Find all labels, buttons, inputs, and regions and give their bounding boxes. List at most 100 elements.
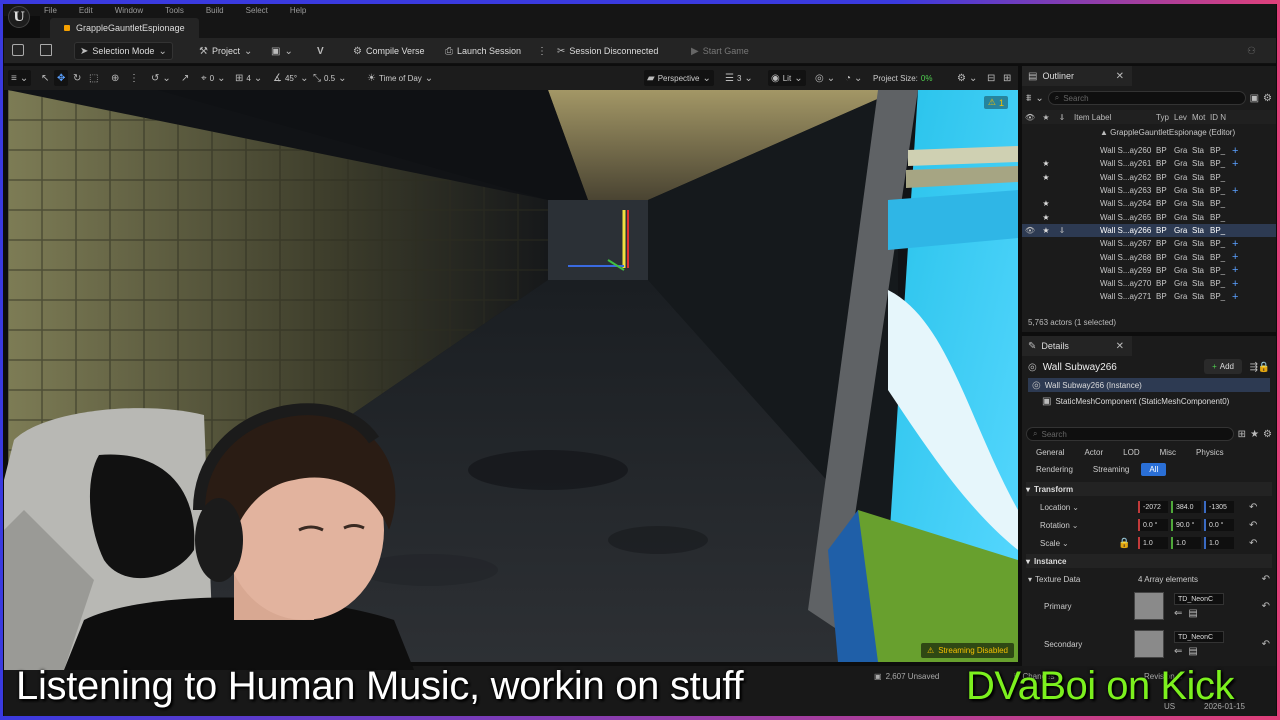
outliner-row[interactable]: 👁 ★ ⇓ Wall S...ay266 BP Gra Sta BP_	[1022, 223, 1276, 238]
visibility-column-icon[interactable]: 👁	[1022, 113, 1038, 122]
location-x-field[interactable]: -2072	[1138, 501, 1168, 513]
favorite-column-icon[interactable]: ★	[1038, 113, 1054, 122]
launch-session-button[interactable]: ⎙ Launch Session	[440, 42, 526, 60]
grid-snap-value[interactable]: ⌖ 0 ⌄	[198, 70, 228, 86]
add-icon[interactable]: +	[1232, 238, 1238, 250]
filter-tab-general[interactable]: General	[1028, 446, 1072, 459]
filter-tab-misc[interactable]: Misc	[1152, 446, 1184, 459]
favorite-star-icon[interactable]: ★	[1038, 173, 1054, 182]
filter-tab-streaming[interactable]: Streaming	[1085, 463, 1137, 476]
chevron-down-icon[interactable]: ⌄	[1035, 93, 1043, 104]
layout-icon[interactable]: ⊟	[984, 70, 998, 86]
location-y-field[interactable]: 384.0	[1171, 501, 1201, 513]
more-options-icon[interactable]: ⋮	[532, 42, 552, 60]
add-component-button[interactable]: + Add	[1204, 359, 1242, 374]
time-of-day-dropdown[interactable]: ☀ Time of Day ⌄	[364, 70, 436, 86]
transform-section-header[interactable]: ▾ Transform	[1026, 482, 1272, 496]
visibility-toggle-icon[interactable]: 👁	[1022, 226, 1038, 235]
favorite-icon[interactable]: ★	[1250, 429, 1259, 440]
folder-add-icon[interactable]: ▣	[1250, 93, 1259, 104]
maximize-viewport-icon[interactable]: ⊞	[1000, 70, 1014, 86]
rotate-snap-button[interactable]: ↺ ⌄	[148, 70, 174, 86]
filter-icon[interactable]: ⩩	[1026, 93, 1031, 104]
browse-icon[interactable]: ▤	[1188, 608, 1197, 619]
instance-section-header[interactable]: ▾ Instance	[1026, 554, 1272, 568]
scale-z-field[interactable]: 1.0	[1204, 537, 1234, 549]
project-dropdown[interactable]: ⚒ Project ⌄	[194, 42, 257, 60]
menu-tools[interactable]: Tools	[165, 6, 184, 15]
favorite-star-icon[interactable]: ★	[1038, 226, 1054, 235]
outliner-row[interactable]: Wall S...ay263 BP Gra Sta BP_ +	[1022, 184, 1276, 197]
reset-icon[interactable]: ↶	[1262, 574, 1270, 585]
outliner-row[interactable]: Wall S...ay269 BP Gra Sta BP_ +	[1022, 264, 1276, 277]
details-tab[interactable]: ✎ Details ✕	[1022, 336, 1132, 356]
content-browser-icon[interactable]	[40, 44, 52, 56]
outliner-row[interactable]: Wall S...ay270 BP Gra Sta BP_ +	[1022, 277, 1276, 290]
viewport-warning-badge[interactable]: ⚠ 1	[983, 96, 1008, 109]
reset-icon[interactable]: ↶	[1262, 639, 1270, 650]
outliner-row[interactable]: ★ Wall S...ay262 BP Gra Sta BP_	[1022, 171, 1276, 184]
outliner-row[interactable]: ★ Wall S...ay264 BP Gra Sta BP_	[1022, 197, 1276, 210]
add-icon[interactable]: +	[1232, 278, 1238, 290]
location-z-field[interactable]: -1305	[1204, 501, 1234, 513]
mobility-column[interactable]: Mot	[1192, 113, 1210, 122]
secondary-texture-picker[interactable]: TD_NeonC	[1174, 631, 1224, 643]
camera-count[interactable]: ☰ 3 ⌄	[722, 70, 756, 86]
favorite-star-icon[interactable]: ★	[1038, 213, 1054, 222]
menu-select[interactable]: Select	[246, 6, 268, 15]
filter-tab-physics[interactable]: Physics	[1188, 446, 1232, 459]
rotation-dropdown[interactable]: Rotation ⌄	[1028, 521, 1138, 530]
scale-dropdown[interactable]: Scale ⌄	[1028, 539, 1118, 548]
reset-icon[interactable]: ↶	[1249, 520, 1257, 531]
show-dropdown[interactable]: ◎ ⌄	[812, 70, 838, 86]
menu-build[interactable]: Build	[206, 6, 224, 15]
close-icon[interactable]: ✕	[1116, 341, 1124, 352]
type-column[interactable]: Typ	[1156, 113, 1174, 122]
scale-snap-value[interactable]: ⤡ 0.5 ⌄	[310, 70, 350, 86]
actor-name[interactable]: Wall Subway266	[1043, 362, 1117, 373]
reset-icon[interactable]: ↶	[1249, 538, 1257, 549]
pin-column-icon[interactable]: ⇓	[1054, 113, 1070, 122]
pin-icon[interactable]: ⇓	[1054, 226, 1070, 235]
save-icon[interactable]	[12, 44, 24, 56]
use-selected-icon[interactable]: ⇐	[1174, 646, 1182, 657]
menu-edit[interactable]: Edit	[79, 6, 93, 15]
reset-icon[interactable]: ↶	[1262, 601, 1270, 612]
session-status[interactable]: ✂ Session Disconnected	[552, 42, 663, 60]
details-search-input[interactable]: ⌕ Search	[1026, 427, 1234, 441]
reset-icon[interactable]: ↶	[1249, 502, 1257, 513]
add-icon[interactable]: +	[1232, 291, 1238, 303]
rotation-z-field[interactable]: 0.0 °	[1204, 519, 1234, 531]
world-space-icon[interactable]: ⊕	[108, 70, 122, 86]
translate-tool-icon[interactable]: ✥	[54, 70, 69, 86]
settings-icon[interactable]: ⚙	[1263, 93, 1272, 104]
outliner-row[interactable]: Wall S...ay268 BP Gra Sta BP_ +	[1022, 250, 1276, 263]
add-icon[interactable]: +	[1232, 145, 1238, 157]
add-content-button[interactable]: ▣ ⌄	[266, 42, 298, 60]
add-icon[interactable]: +	[1232, 251, 1238, 263]
settings-icon[interactable]: ⚙	[1263, 429, 1272, 440]
favorite-star-icon[interactable]: ★	[1038, 199, 1054, 208]
filter-tab-actor[interactable]: Actor	[1076, 446, 1111, 459]
add-icon[interactable]: +	[1232, 185, 1238, 197]
filter-tab-all[interactable]: All	[1141, 463, 1167, 476]
rotation-y-field[interactable]: 90.0 °	[1171, 519, 1201, 531]
menu-file[interactable]: File	[44, 6, 57, 15]
rotate-tool-icon[interactable]: ↻	[70, 70, 84, 86]
primary-texture-picker[interactable]: TD_NeonC	[1174, 593, 1224, 605]
rotation-x-field[interactable]: 0.0 °	[1138, 519, 1168, 531]
outliner-row[interactable]: Wall S...ay267 BP Gra Sta BP_ +	[1022, 237, 1276, 250]
start-game-button[interactable]: ▶ Start Game	[686, 42, 754, 60]
favorite-star-icon[interactable]: ★	[1038, 159, 1054, 168]
outliner-row[interactable]: ★ Wall S...ay265 BP Gra Sta BP_	[1022, 210, 1276, 223]
item-label-column[interactable]: Item Label	[1070, 113, 1156, 122]
outliner-root-item[interactable]: ▲ GrappleGauntletEspionage (Editor)	[1100, 128, 1235, 137]
level-column[interactable]: Lev	[1174, 113, 1192, 122]
secondary-texture-thumbnail[interactable]	[1134, 630, 1164, 658]
add-icon[interactable]: +	[1232, 264, 1238, 276]
menu-help[interactable]: Help	[290, 6, 306, 15]
location-snap-value[interactable]: ⊞ 4 ⌄	[232, 70, 265, 86]
instance-component-row[interactable]: ◎ Wall Subway266 (Instance)	[1028, 378, 1270, 392]
scale-y-field[interactable]: 1.0	[1171, 537, 1201, 549]
document-tab[interactable]: GrappleGauntletEspionage	[50, 18, 199, 38]
